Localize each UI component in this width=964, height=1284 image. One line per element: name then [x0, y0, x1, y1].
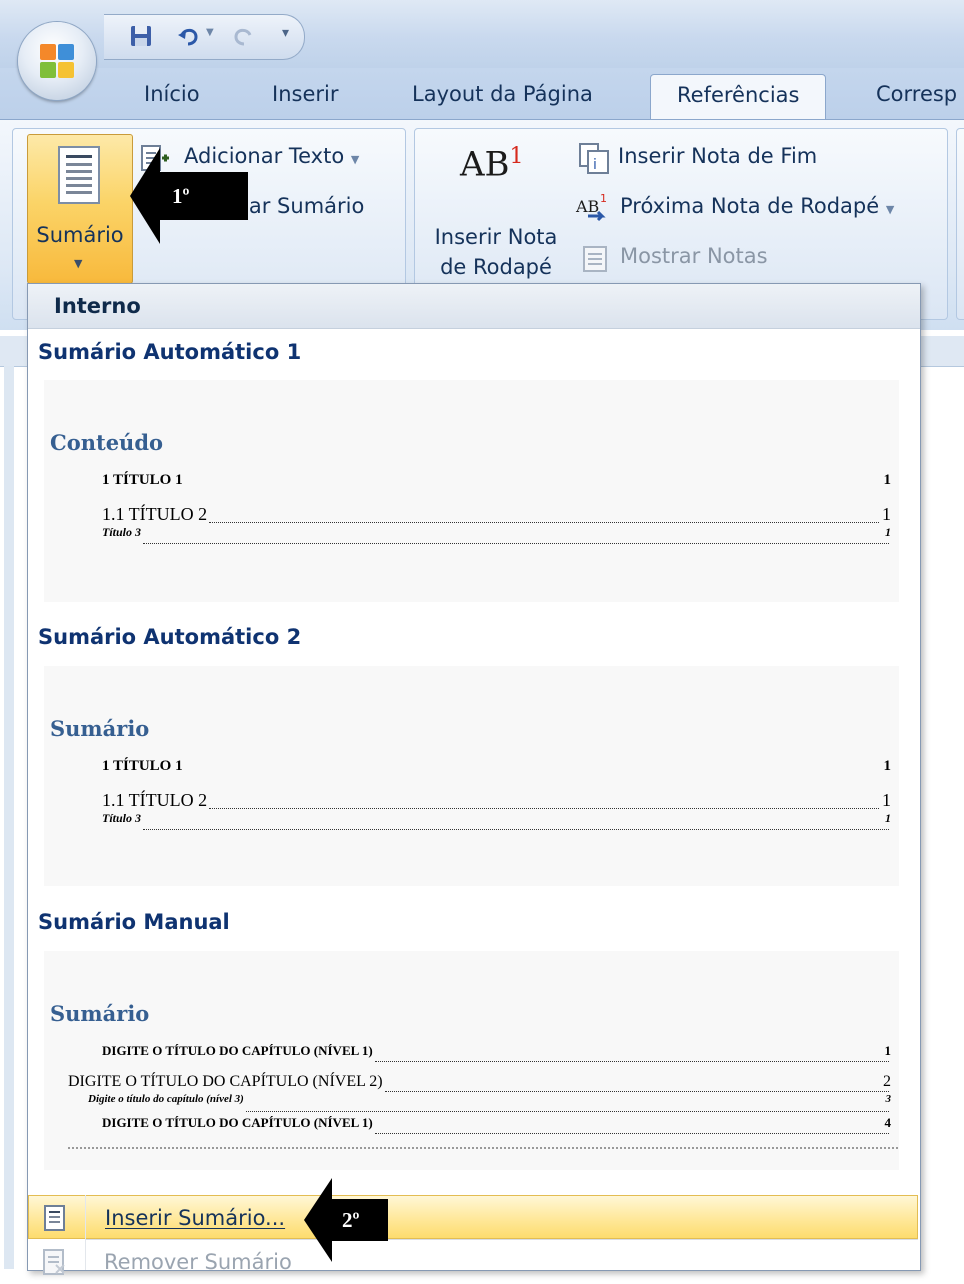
- redo-icon[interactable]: [230, 23, 256, 49]
- svg-text:AB: AB: [575, 197, 599, 216]
- toc-line-page: 1: [881, 472, 891, 489]
- tab-referencias[interactable]: Referências: [650, 74, 827, 119]
- undo-dropdown-arrow-icon[interactable]: ▼: [206, 27, 214, 38]
- chevron-down-icon: ▼: [885, 203, 895, 216]
- inserir-nota-de-fim-button[interactable]: Inserir Nota de Fim: [618, 144, 817, 168]
- toc-leader-dots: [209, 522, 889, 523]
- inserir-nota-label-line1: Inserir Nota: [434, 225, 558, 249]
- toc-line: 1 TÍTULO 1 1: [44, 472, 899, 496]
- save-icon[interactable]: [128, 23, 154, 49]
- customize-qat-icon[interactable]: ▾: [282, 25, 289, 41]
- toc-leader-dots: [375, 1061, 889, 1062]
- next-footnote-icon: AB 1: [575, 192, 607, 222]
- toc-line-label: 1.1 TÍTULO 2: [102, 504, 210, 525]
- sumario-gallery-dropdown: Interno Sumário Automático 1 Conteúdo 1 …: [27, 283, 921, 1275]
- preview-heading: Sumário: [50, 1001, 150, 1026]
- inserir-nota-de-rodape-button[interactable]: AB1 Inserir Nota de Rodapé: [420, 138, 568, 288]
- inserir-sumario-menu-item[interactable]: Inserir Sumário...: [28, 1195, 918, 1239]
- toc-line-label: 1.1 TÍTULO 2: [102, 790, 210, 811]
- tab-layout-da-pagina[interactable]: Layout da Página: [412, 82, 593, 106]
- office-logo-icon: [40, 44, 74, 78]
- callout-label-1: 1º: [172, 184, 190, 208]
- toc-line-page: 1: [881, 758, 891, 775]
- gallery-item-sumario-automatico-1[interactable]: Conteúdo 1 TÍTULO 1 1 1.1 TÍTULO 2 1 Tít…: [44, 380, 899, 602]
- preview-heading: Sumário: [50, 716, 150, 741]
- toc-line-label: 1 TÍTULO 1: [102, 758, 185, 775]
- svg-text:1: 1: [600, 192, 607, 205]
- toc-line: Digite o título do capítulo (nível 3) 3: [44, 1093, 899, 1117]
- toc-line-page: 1: [883, 525, 891, 540]
- svg-text:i: i: [593, 157, 597, 173]
- preview-cutoff-line: [68, 1147, 898, 1149]
- toc-line-label: DIGITE O TÍTULO DO CAPÍTULO (NÍVEL 2): [68, 1073, 385, 1091]
- toc-line-label: 1 TÍTULO 1: [102, 472, 185, 489]
- show-notes-icon: [583, 246, 607, 272]
- toc-leader-dots: [209, 808, 889, 809]
- title-bar: ▼ ▾: [0, 0, 964, 68]
- insert-toc-icon: [44, 1205, 65, 1231]
- toc-leader-dots: [246, 1111, 889, 1112]
- ab-glyph: AB: [460, 144, 510, 185]
- toc-line-page: 4: [882, 1115, 891, 1131]
- toc-line-label: DIGITE O TÍTULO DO CAPÍTULO (NÍVEL 1): [102, 1043, 375, 1059]
- toc-line-label: Título 3: [102, 525, 144, 540]
- remove-toc-icon: [43, 1249, 65, 1275]
- gallery-item-title: Sumário Automático 2: [38, 625, 302, 649]
- proxima-nota-label: Próxima Nota de Rodapé: [620, 194, 880, 218]
- sumario-button-label: Sumário: [36, 223, 124, 247]
- toc-line: DIGITE O TÍTULO DO CAPÍTULO (NÍVEL 1) 4: [44, 1115, 899, 1139]
- gallery-item-title: Sumário Manual: [38, 910, 230, 934]
- toc-leader-dots: [385, 1091, 889, 1092]
- ribbon-tab-row: Início Inserir Layout da Página Referênc…: [0, 68, 964, 120]
- gallery-category-header: Interno: [28, 284, 920, 329]
- inserir-nota-label-line2: de Rodapé: [440, 255, 552, 279]
- toc-line: Título 3 1: [44, 811, 899, 835]
- group-next: [956, 128, 964, 320]
- chevron-down-icon: ▼: [350, 153, 360, 166]
- table-of-contents-icon: [58, 146, 100, 204]
- office-button[interactable]: [18, 22, 96, 100]
- toc-leader-dots: [143, 543, 889, 544]
- toc-line-label: Digite o título do capítulo (nível 3): [88, 1093, 246, 1105]
- quick-access-toolbar: ▼ ▾: [104, 14, 305, 60]
- tab-correspondencias[interactable]: Corresp: [876, 82, 957, 106]
- callout-label-2: 2º: [342, 1208, 360, 1232]
- callout-arrow-1: 1º: [130, 148, 248, 244]
- toc-line-page: 2: [881, 1073, 891, 1091]
- tab-inserir[interactable]: Inserir: [272, 82, 338, 106]
- toc-line: 1 TÍTULO 1 1: [44, 758, 899, 782]
- toc-line: DIGITE O TÍTULO DO CAPÍTULO (NÍVEL 1) 1: [44, 1043, 899, 1067]
- tab-inicio[interactable]: Início: [144, 82, 200, 106]
- preview-heading: Conteúdo: [50, 430, 164, 455]
- remover-sumario-label: Remover Sumário: [104, 1250, 292, 1274]
- ab-superscript: 1: [509, 144, 524, 169]
- toc-line-page: 1: [882, 1043, 891, 1059]
- toc-line-page: 1: [880, 504, 891, 525]
- gallery-item-title: Sumário Automático 1: [38, 340, 302, 364]
- gallery-item-sumario-automatico-2[interactable]: Sumário 1 TÍTULO 1 1 1.1 TÍTULO 2 1 Títu…: [44, 666, 899, 886]
- toc-line: Título 3 1: [44, 525, 899, 549]
- toc-leader-dots: [375, 1133, 889, 1134]
- toc-line-page: 1: [883, 811, 891, 826]
- mostrar-notas-button[interactable]: Mostrar Notas: [620, 244, 768, 268]
- toc-line-label: DIGITE O TÍTULO DO CAPÍTULO (NÍVEL 1): [102, 1115, 375, 1131]
- inserir-sumario-label: Inserir Sumário...: [105, 1206, 286, 1230]
- remover-sumario-menu-item[interactable]: Remover Sumário: [28, 1240, 918, 1284]
- toc-line-page: 1: [880, 790, 891, 811]
- toc-leader-dots: [143, 829, 889, 830]
- insert-endnote-icon: i: [579, 143, 609, 174]
- undo-icon[interactable]: [176, 23, 202, 49]
- menu-icon-gutter: [85, 1195, 86, 1270]
- toc-line-page: 3: [883, 1093, 891, 1105]
- vertical-ruler: [4, 366, 14, 1269]
- sumario-button[interactable]: Sumário ▼: [27, 134, 133, 284]
- toc-line-label: Título 3: [102, 811, 144, 826]
- callout-arrow-2: 2º: [304, 1178, 388, 1262]
- gallery-category-label: Interno: [54, 294, 141, 318]
- footnote-ab-icon: AB1: [460, 144, 524, 184]
- proxima-nota-de-rodape-button[interactable]: Próxima Nota de Rodapé ▼: [620, 194, 894, 218]
- gallery-item-sumario-manual[interactable]: Sumário DIGITE O TÍTULO DO CAPÍTULO (NÍV…: [44, 951, 899, 1170]
- chevron-down-icon: ▼: [74, 257, 83, 270]
